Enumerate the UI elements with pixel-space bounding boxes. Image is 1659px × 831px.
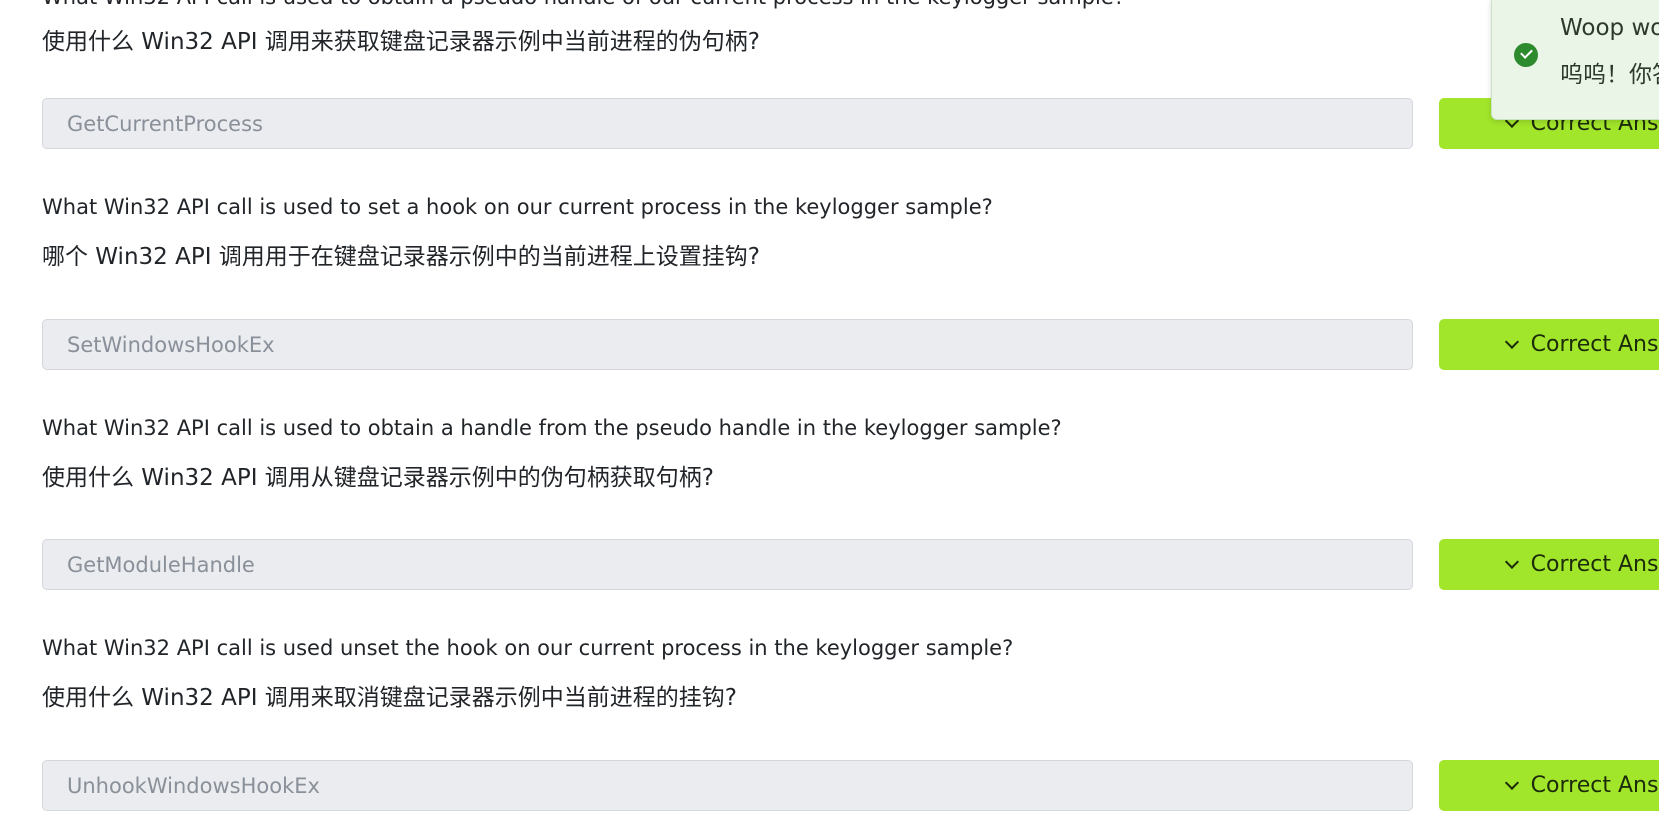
question-2-correct-answer-button[interactable]: Correct Answer — [1439, 319, 1659, 370]
question-1-answer-input[interactable] — [42, 98, 1413, 149]
question-3-prompt-en: What Win32 API call is used to obtain a … — [42, 416, 1062, 440]
check-icon — [1504, 555, 1519, 569]
question-page: What Win32 API call is used to obtain a … — [0, 0, 1659, 831]
correct-answer-label: Correct Answer — [1530, 552, 1659, 577]
toast-title: Woop woop! — [1560, 15, 1659, 41]
question-1-prompt-en: What Win32 API call is used to obtain a … — [42, 0, 1125, 8]
success-toast[interactable]: Woop woop! 呜呜！你答对了 — [1491, 0, 1659, 120]
check-icon — [1504, 335, 1519, 349]
question-4-prompt-en: What Win32 API call is used unset the ho… — [42, 636, 1014, 660]
question-1-prompt-zh: 使用什么 Win32 API 调用来获取键盘记录器示例中当前进程的伪句柄? — [42, 29, 760, 55]
question-3-correct-answer-button[interactable]: Correct Answer — [1439, 539, 1659, 590]
question-2-answer-input[interactable] — [42, 319, 1413, 370]
question-3-prompt-zh: 使用什么 Win32 API 调用从键盘记录器示例中的伪句柄获取句柄? — [42, 465, 714, 491]
question-3-answer-input[interactable] — [42, 539, 1413, 590]
question-4-answer-input[interactable] — [42, 760, 1413, 811]
correct-answer-label: Correct Answer — [1530, 332, 1659, 357]
question-4-correct-answer-button[interactable]: Correct Answer — [1439, 760, 1659, 811]
question-4-prompt-zh: 使用什么 Win32 API 调用来取消键盘记录器示例中当前进程的挂钩? — [42, 685, 737, 711]
toast-message: 呜呜！你答对了 — [1560, 62, 1659, 88]
question-2-prompt-en: What Win32 API call is used to set a hoo… — [42, 195, 993, 219]
success-check-icon — [1514, 43, 1538, 67]
question-2-prompt-zh: 哪个 Win32 API 调用用于在键盘记录器示例中的当前进程上设置挂钩? — [42, 244, 760, 270]
check-icon — [1504, 776, 1519, 790]
correct-answer-label: Correct Answer — [1530, 773, 1659, 798]
